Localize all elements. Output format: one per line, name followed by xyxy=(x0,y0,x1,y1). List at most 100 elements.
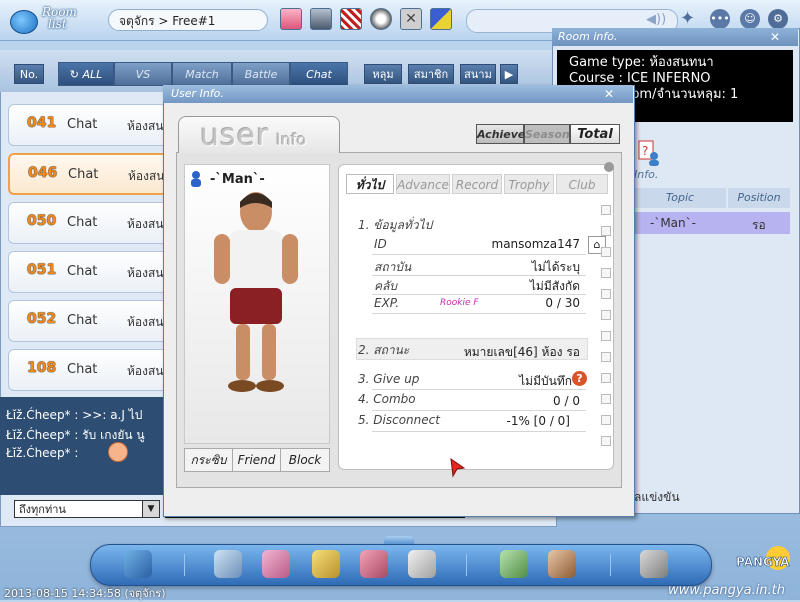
chat-bubble-icon[interactable]: ••• xyxy=(710,9,730,29)
row-marker xyxy=(601,352,611,362)
sparkle-icon[interactable]: ✦ xyxy=(680,8,695,29)
room-type: Chat xyxy=(67,117,98,132)
disconnect-label: 5. Disconnect xyxy=(358,413,440,427)
chat-line: Łĭž.Ćheep* : รับ เกงยัน นู xyxy=(6,428,145,442)
empty-slot-icon[interactable] xyxy=(370,8,392,30)
trophy-icon[interactable] xyxy=(312,550,340,578)
filter-battle-button[interactable]: Battle xyxy=(232,62,290,86)
settings-icon[interactable] xyxy=(640,550,668,578)
section-status-title: 2. สถานะ xyxy=(358,343,410,357)
room-number: 052 xyxy=(27,311,57,327)
room-number: 046 xyxy=(28,165,58,181)
room-row[interactable]: 052 Chat ห้องสน xyxy=(8,300,168,342)
room-row[interactable]: 041 Chat ห้องสน xyxy=(8,104,168,146)
season-button[interactable]: Season xyxy=(524,124,570,144)
room-list-logo-text: Room list xyxy=(42,6,77,30)
friend-button[interactable]: Friend xyxy=(233,449,281,471)
chat-line: Łĭž.Ćheep* : xyxy=(6,446,79,460)
pin-flag-icon[interactable] xyxy=(124,550,152,578)
home-icon[interactable] xyxy=(500,550,528,578)
avatar-slot-2-icon[interactable] xyxy=(310,8,332,30)
whisper-button[interactable]: กระซิบ xyxy=(185,449,233,471)
row-divider xyxy=(372,431,586,432)
filter-all-label: ALL xyxy=(82,68,103,81)
chevron-down-icon[interactable]: ▼ xyxy=(142,500,160,518)
disconnect-value: -1% [0 / 0] xyxy=(506,414,571,428)
row-marker xyxy=(601,289,611,299)
close-icon[interactable]: ✕ xyxy=(770,28,786,46)
filter-chat-button[interactable]: Chat xyxy=(290,62,348,86)
avatar-slot-3-icon[interactable] xyxy=(340,8,362,30)
row-marker xyxy=(601,373,611,383)
tab-advance[interactable]: Advance xyxy=(396,174,450,194)
sort-members-button[interactable]: สมาชิก xyxy=(408,64,454,84)
room-topic: ห้องสน xyxy=(128,169,165,183)
row-divider xyxy=(372,313,586,314)
column-header-position: Position xyxy=(728,188,790,208)
help-icon[interactable]: ? xyxy=(572,371,587,386)
info-question-icon[interactable]: ? xyxy=(638,140,660,166)
mail-icon[interactable] xyxy=(262,550,290,578)
speaker-icon[interactable]: ◀)) xyxy=(646,12,666,28)
svg-text:?: ? xyxy=(642,144,648,158)
close-icon[interactable]: ✕ xyxy=(604,85,620,103)
globe-icon xyxy=(10,10,38,34)
user-info-logo-sub: Info xyxy=(276,130,307,149)
tab-club[interactable]: Club xyxy=(556,174,608,194)
section-general-title: 1. ข้อมูลทั่วไป xyxy=(358,218,433,232)
sort-number-button[interactable]: No. xyxy=(14,64,44,84)
filter-all-button[interactable]: ↻ ALL xyxy=(58,62,114,86)
row-divider xyxy=(372,254,586,255)
room-row-selected[interactable]: 046 Chat ห้องสน xyxy=(8,153,168,195)
room-row[interactable]: 050 Chat ห้องสน xyxy=(8,202,168,244)
room-number: 050 xyxy=(27,213,57,229)
room-list-logo[interactable]: Room list xyxy=(8,4,78,36)
combo-label: 4. Combo xyxy=(358,392,416,406)
room-info-footer-label: ลแข่งขัน xyxy=(634,490,680,504)
exit-icon[interactable] xyxy=(548,550,576,578)
dock-handle[interactable] xyxy=(384,536,414,544)
club-icon[interactable] xyxy=(408,550,436,578)
giveup-label: 3. Give up xyxy=(358,372,420,386)
breadcrumb: จตุจักร > Free#1 xyxy=(108,9,268,31)
status-value: หมายเลข[46] ห้อง รอ xyxy=(463,345,580,359)
id-value: mansomza147 xyxy=(491,237,581,251)
dock-separator xyxy=(466,554,467,576)
tab-record[interactable]: Record xyxy=(452,174,502,194)
total-button[interactable]: Total xyxy=(570,124,620,144)
myroom-icon[interactable] xyxy=(360,550,388,578)
room-row[interactable]: 108 Chat ห้องสน xyxy=(8,349,168,391)
column-header-topic: Topic xyxy=(634,188,726,208)
room-topic: ห้องสน xyxy=(127,119,164,133)
room-info-title: Room info. xyxy=(552,28,798,46)
dialog-title: User Info. xyxy=(163,85,633,103)
close-slot-icon[interactable]: ✕ xyxy=(400,8,422,30)
scroll-thumb[interactable] xyxy=(604,162,614,172)
row-marker xyxy=(601,310,611,320)
item-slot-icon[interactable] xyxy=(430,8,452,30)
block-button[interactable]: Block xyxy=(281,449,329,471)
room-type: Chat xyxy=(67,313,98,328)
room-row[interactable]: 051 Chat ห้องสน xyxy=(8,251,168,293)
achieve-button[interactable]: Achieve. xyxy=(476,124,530,144)
room-info-line: Game type: ห้องสนทนา xyxy=(569,55,714,70)
row-marker xyxy=(601,205,611,215)
shop-icon[interactable] xyxy=(214,550,242,578)
gear-icon[interactable]: ⚙ xyxy=(768,9,788,29)
cursor-icon xyxy=(450,458,466,478)
sort-course-button[interactable]: สนาม xyxy=(460,64,496,84)
sort-holes-button[interactable]: หลุม xyxy=(364,64,402,84)
tab-trophy[interactable]: Trophy xyxy=(504,174,554,194)
filter-vs-button[interactable]: VS xyxy=(114,62,172,86)
tab-general[interactable]: ทั่วไป xyxy=(346,174,394,194)
room-type: Chat xyxy=(67,362,98,377)
smiley-icon[interactable]: ☺ xyxy=(740,9,760,29)
info-label: Info. xyxy=(634,168,659,181)
chat-line: Łĭž.Ćheep* : >>: a.J ไป xyxy=(6,408,143,422)
dock-separator xyxy=(610,554,611,576)
avatar-slot-1-icon[interactable] xyxy=(280,8,302,30)
chat-target-select[interactable]: ถึงทุกท่าน xyxy=(14,500,160,518)
filter-match-button[interactable]: Match xyxy=(172,62,232,86)
next-page-button[interactable]: ▶ xyxy=(500,64,518,84)
combo-value: 0 / 0 xyxy=(553,394,580,408)
